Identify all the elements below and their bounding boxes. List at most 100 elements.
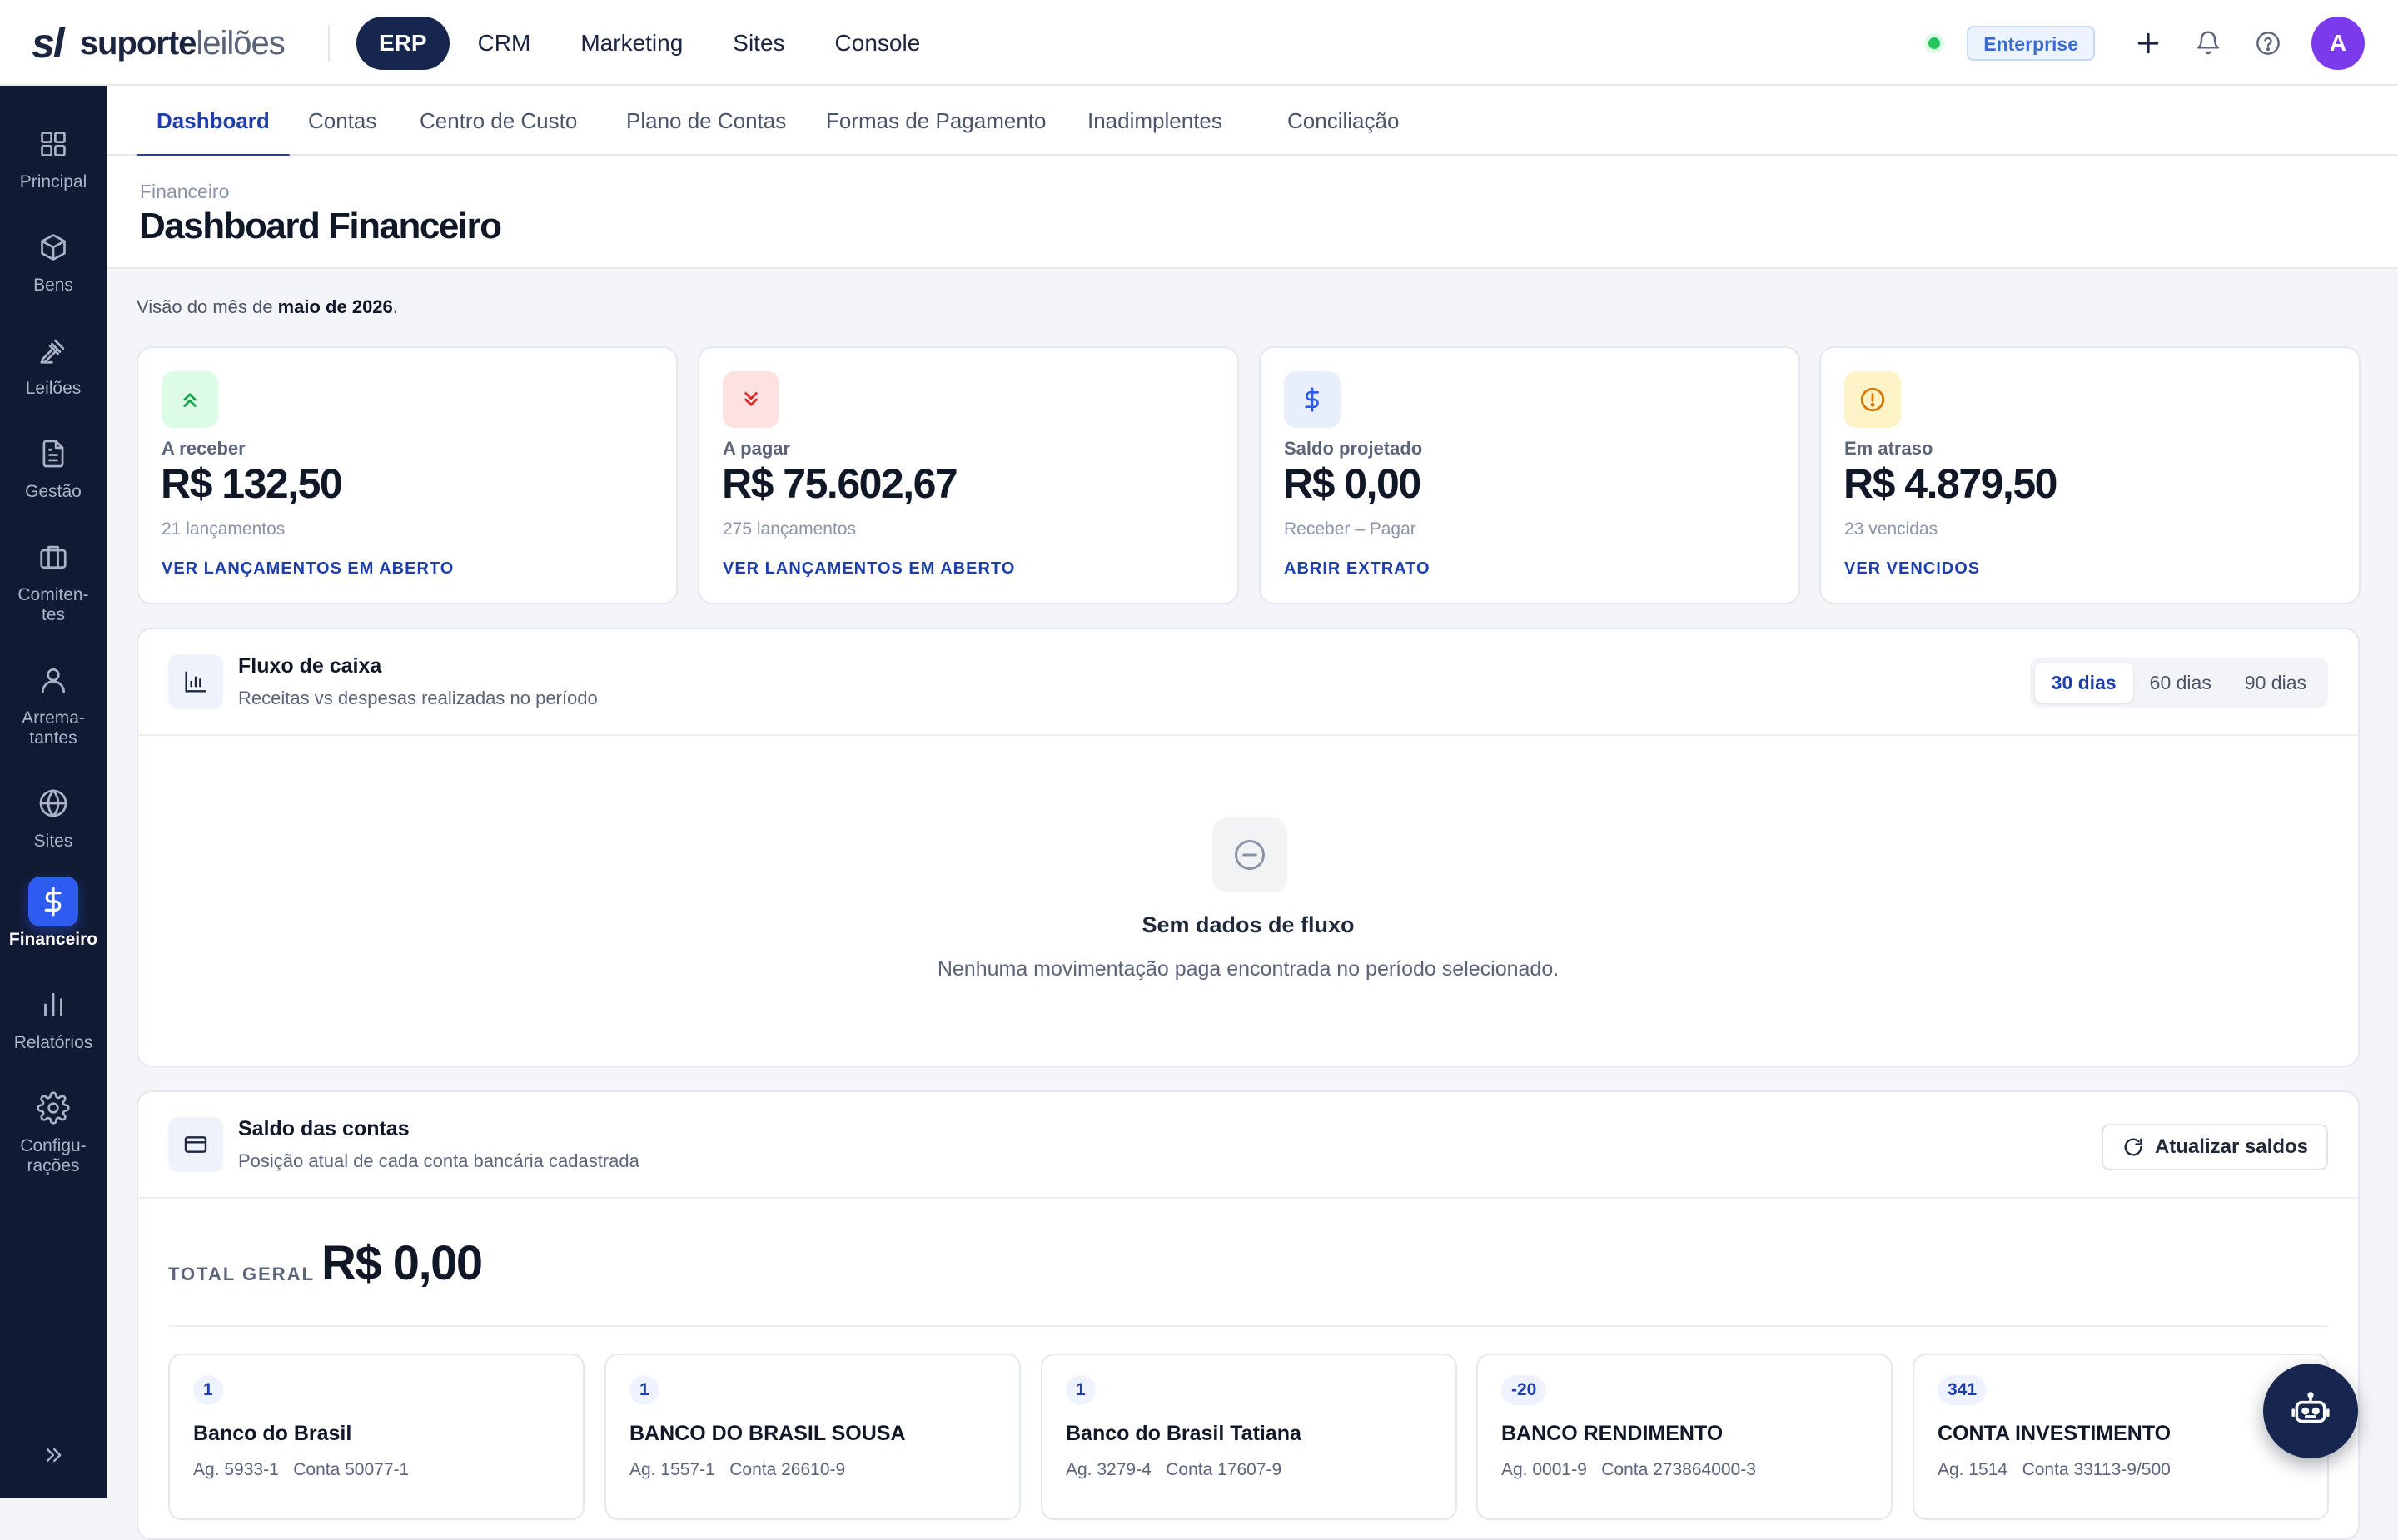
account-card[interactable]: 1 BANCO DO BRASIL SOUSA Ag. 1557-1 Conta… [604, 1354, 1021, 1520]
refresh-icon [2122, 1135, 2145, 1159]
expand-sidebar-icon[interactable] [38, 1440, 68, 1470]
account-details: Ag. 0001-9 Conta 273864000-3 [1501, 1460, 1756, 1479]
tab-centro-de-custo[interactable]: Centro de Custo [400, 86, 597, 156]
brand-logo[interactable]: sl suporteleilões [32, 20, 286, 67]
bank-code-badge: 341 [1938, 1375, 1988, 1405]
period-60-dias[interactable]: 60 dias [2133, 663, 2228, 703]
avatar[interactable]: A [2311, 17, 2365, 70]
kpi-subtext: 21 lançamentos [162, 519, 286, 539]
kpi-label: A receber [162, 438, 246, 459]
user-icon [28, 655, 78, 705]
sidebar-item-principal[interactable]: Principal [0, 119, 107, 192]
help-icon[interactable] [2251, 27, 2285, 60]
sidebar-item-financeiro[interactable]: Financeiro [0, 877, 107, 950]
top-right-actions: Enterprise A [1928, 17, 2365, 70]
sidebar-item-label: Bens [33, 276, 73, 295]
bank-code-badge: -20 [1501, 1375, 1547, 1405]
sidebar-item-label: Comiten- tes [17, 585, 89, 624]
kpi-label: Saldo projetado [1284, 438, 1423, 459]
period-description: Visão do mês de maio de 2026. [137, 296, 398, 317]
account-card[interactable]: -20 BANCO RENDIMENTO Ag. 0001-9 Conta 27… [1476, 1354, 1893, 1520]
breadcrumb[interactable]: Financeiro [140, 181, 229, 203]
account-details: Ag. 1557-1 Conta 26610-9 [629, 1460, 846, 1479]
bar-chart-icon [28, 980, 78, 1030]
box-icon [28, 222, 78, 272]
sidebar-item-gestao[interactable]: Gestão [0, 429, 107, 502]
kpi-subtext: 275 lançamentos [723, 519, 856, 539]
balances-panel: Saldo das contas Posição atual de cada c… [137, 1090, 2360, 1540]
sidebar-item-comitentes[interactable]: Comiten- tes [0, 532, 107, 625]
top-nav-erp[interactable]: ERP [356, 17, 450, 70]
period-90-dias[interactable]: 90 dias [2228, 663, 2323, 703]
kpi-card-saldo-projetado: Saldo projetado R$ 0,00 Receber – Pagar … [1259, 346, 1800, 604]
grid-icon [28, 119, 78, 169]
period-30-dias[interactable]: 30 dias [2034, 663, 2133, 703]
cashflow-subtitle: Receitas vs despesas realizadas no perío… [238, 688, 598, 708]
kpi-label: Em atraso [1844, 438, 1933, 459]
online-status-indicator [1928, 37, 1941, 49]
credit-card-icon [168, 1117, 223, 1172]
kpi-label: A pagar [723, 438, 791, 459]
account-details: Ag. 1514 Conta 33113-9/500 [1938, 1460, 2171, 1479]
arrows-up-icon [162, 371, 218, 428]
tab-inadimplentes[interactable]: Inadimplentes [1067, 86, 1242, 156]
bank-code-badge: 1 [193, 1375, 223, 1405]
kpi-value: R$ 75.602,67 [722, 460, 958, 507]
kpi-link[interactable]: VER LANÇAMENTOS EM ABERTO [162, 559, 454, 579]
sidebar-item-label: Sites [33, 832, 73, 851]
tab-contas[interactable]: Contas [288, 86, 396, 156]
account-name: CONTA INVESTIMENTO [1938, 1422, 2172, 1445]
balances-header: Saldo das contas Posição atual de cada c… [138, 1092, 2358, 1199]
account-name: BANCO RENDIMENTO [1501, 1422, 1724, 1445]
account-name: Banco do Brasil [193, 1422, 352, 1445]
sidebar-item-label: Financeiro [8, 930, 98, 949]
total-label: TOTAL GERAL [168, 1264, 315, 1284]
sub-tabs: Dashboard Contas Centro de Custo Plano d… [107, 86, 2398, 157]
sidebar-item-arrematantes[interactable]: Arrema- tantes [0, 655, 107, 748]
logo-text: suporteleilões [79, 24, 286, 62]
tab-conciliacao[interactable]: Conciliação [1267, 86, 1419, 156]
top-nav-console[interactable]: Console [810, 17, 946, 70]
sidebar-item-sites[interactable]: Sites [0, 778, 107, 852]
empty-state-message: Nenhuma movimentação paga encontrada no … [937, 957, 1560, 981]
logo-mark: sl [32, 20, 65, 67]
tab-formas-de-pagamento[interactable]: Formas de Pagamento [806, 86, 1066, 156]
page-title: Dashboard Financeiro [139, 206, 502, 246]
kpi-link[interactable]: ABRIR EXTRATO [1284, 559, 1430, 579]
sidebar-item-leiloes[interactable]: Leilões [0, 325, 107, 399]
account-card[interactable]: 1 Banco do Brasil Ag. 5933-1 Conta 50077… [168, 1354, 585, 1520]
kpi-card-a-pagar: A pagar R$ 75.602,67 275 lançamentos VER… [698, 346, 1239, 604]
dollar-icon [28, 877, 78, 926]
kpi-value: R$ 4.879,50 [1843, 460, 2057, 507]
sidebar-item-label: Relatórios [13, 1033, 93, 1052]
top-nav-sites[interactable]: Sites [708, 17, 809, 70]
bell-icon[interactable] [2192, 27, 2225, 60]
tab-plano-de-contas[interactable]: Plano de Contas [606, 86, 806, 156]
top-nav: ERP CRM Marketing Sites Console [356, 17, 945, 70]
account-card[interactable]: 341 CONTA INVESTIMENTO Ag. 1514 Conta 33… [1913, 1354, 2329, 1520]
gavel-icon [28, 325, 78, 375]
alert-circle-icon [1844, 371, 1901, 428]
sidebar-item-configuracoes[interactable]: Configu- rações [0, 1083, 107, 1176]
globe-icon [28, 778, 78, 828]
assistant-button[interactable] [2263, 1364, 2358, 1458]
plus-icon[interactable] [2132, 27, 2165, 60]
gear-icon [28, 1083, 78, 1133]
document-icon [28, 429, 78, 479]
sidebar-item-label: Configu- rações [20, 1136, 87, 1175]
account-card[interactable]: 1 Banco do Brasil Tatiana Ag. 3279-4 Con… [1041, 1354, 1457, 1520]
refresh-balances-label: Atualizar saldos [2154, 1135, 2308, 1158]
bar-chart-icon [168, 654, 223, 709]
kpi-link[interactable]: VER LANÇAMENTOS EM ABERTO [723, 559, 1015, 579]
top-nav-marketing[interactable]: Marketing [555, 17, 708, 70]
top-nav-crm[interactable]: CRM [453, 17, 556, 70]
refresh-balances-button[interactable]: Atualizar saldos [2101, 1124, 2328, 1170]
sidebar-item-label: Principal [19, 172, 87, 191]
kpi-value: R$ 132,50 [161, 460, 343, 507]
sidebar: Principal Bens Leilões Gestão Comiten- t… [0, 86, 107, 1498]
kpi-link[interactable]: VER VENCIDOS [1844, 559, 1980, 579]
balances-subtitle: Posição atual de cada conta bancária cad… [238, 1150, 639, 1171]
tab-dashboard[interactable]: Dashboard [137, 86, 290, 157]
sidebar-item-bens[interactable]: Bens [0, 222, 107, 296]
sidebar-item-relatorios[interactable]: Relatórios [0, 980, 107, 1053]
